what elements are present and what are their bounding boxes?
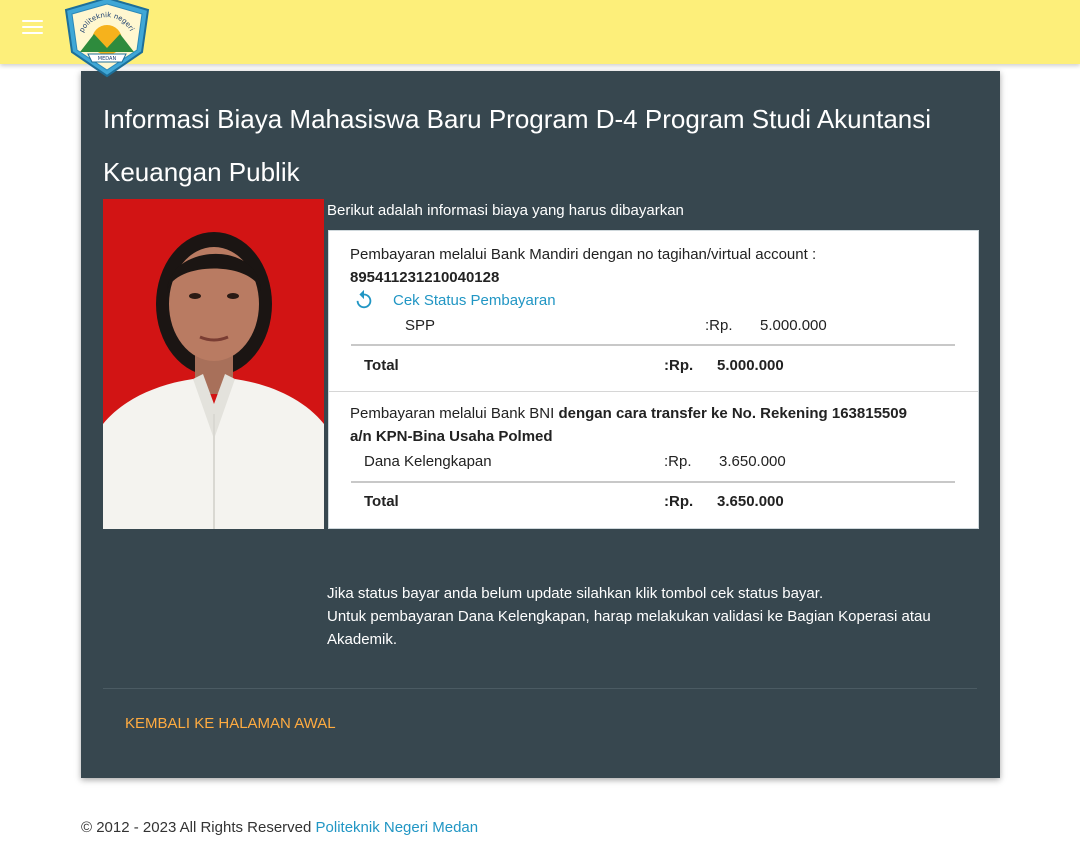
notes: Jika status bayar anda belum update sila… (327, 582, 967, 651)
divider (351, 344, 955, 346)
logo-text-bottom: MEDAN (98, 56, 117, 62)
polmed-logo[interactable]: politeknik negeri MEDAN (62, 0, 152, 78)
payment-details: Pembayaran melalui Bank Mandiri dengan n… (328, 230, 979, 529)
menu-icon[interactable] (22, 20, 43, 37)
bni-section: Pembayaran melalui Bank BNI dengan cara … (329, 392, 978, 528)
spp-currency: :Rp. (705, 317, 733, 334)
bni-account-info: dengan cara transfer ke No. Rekening 163… (558, 405, 907, 422)
bni-total-currency: :Rp. (664, 493, 694, 510)
mandiri-total-label: Total (364, 357, 399, 374)
dana-kelengkapan-amount: 3.650.000 (719, 453, 786, 470)
divider (351, 481, 955, 483)
mandiri-instruction: Pembayaran melalui Bank Mandiri dengan n… (350, 246, 817, 263)
bni-instruction: Pembayaran melalui Bank BNI dengan cara … (350, 402, 907, 425)
footer: © 2012 - 2023 All Rights Reserved Polite… (81, 816, 478, 839)
spp-label: SPP (405, 317, 436, 334)
page-title: Informasi Biaya Mahasiswa Baru Program D… (103, 104, 932, 187)
mandiri-total-currency: :Rp. (664, 357, 694, 374)
check-status-link[interactable]: Cek Status Pembayaran (393, 289, 556, 312)
intro-text: Berikut adalah informasi biaya yang haru… (327, 202, 684, 219)
spp-amount: 5.000.000 (760, 317, 827, 334)
note-validation: Untuk pembayaran Dana Kelengkapan, harap… (327, 608, 931, 648)
top-bar (0, 0, 1080, 64)
mandiri-section: Pembayaran melalui Bank Mandiri dengan n… (329, 231, 978, 392)
bni-total-label: Total (364, 493, 399, 510)
mandiri-total-amount: 5.000.000 (717, 357, 784, 374)
dana-kelengkapan-currency: :Rp. (664, 453, 692, 470)
refresh-icon[interactable] (353, 288, 375, 312)
card-divider (103, 688, 977, 689)
bni-instruction-plain: Pembayaran melalui Bank BNI (350, 405, 559, 422)
polmed-link[interactable]: Politeknik Negeri Medan (316, 819, 479, 836)
back-to-home-button[interactable]: KEMBALI KE HALAMAN AWAL (125, 712, 336, 735)
bni-account-holder: a/n KPN-Bina Usaha Polmed (350, 428, 553, 445)
bni-total-amount: 3.650.000 (717, 493, 784, 510)
virtual-account-number: 895411231210040128 (350, 269, 500, 286)
student-photo (103, 199, 324, 529)
note-status-update: Jika status bayar anda belum update sila… (327, 585, 824, 602)
dana-kelengkapan-label: Dana Kelengkapan (364, 453, 492, 470)
payment-info-card: Informasi Biaya Mahasiswa Baru Program D… (81, 71, 1000, 778)
copyright-text: © 2012 - 2023 All Rights Reserved (81, 819, 316, 836)
